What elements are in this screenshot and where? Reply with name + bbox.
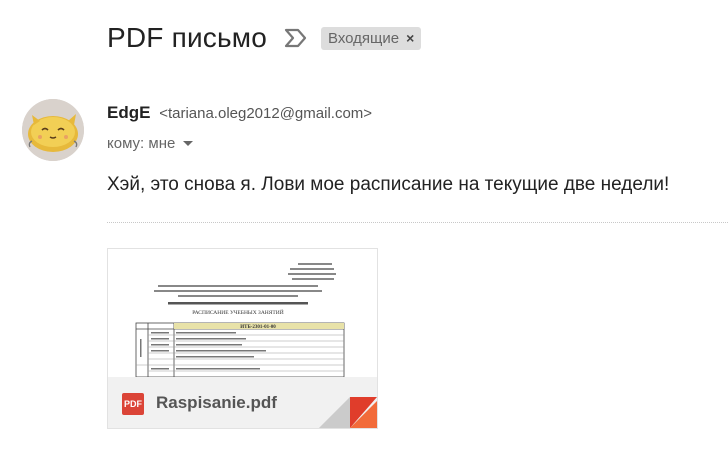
recipient-line: кому: мне: [107, 135, 194, 152]
label-chip-text: Входящие: [328, 29, 400, 47]
sender-line: EdgE <tariana.oleg2012@gmail.com>: [107, 103, 372, 123]
divider: [107, 222, 728, 223]
chevron-down-icon[interactable]: [183, 141, 194, 146]
subject-row: PDF письмо Входящие ×: [107, 18, 422, 58]
attachment-preview: РАСПИСАНИЕ УЧЕБНЫХ ЗАНЯТИЙ ИТБ-2301-01-0…: [108, 249, 377, 378]
attachment-card[interactable]: РАСПИСАНИЕ УЧЕБНЫХ ЗАНЯТИЙ ИТБ-2301-01-0…: [107, 248, 378, 429]
page-fold-icon: [319, 397, 377, 428]
attachment-footer: PDF Raspisanie.pdf: [108, 377, 377, 428]
message-body: Хэй, это снова я. Лови мое расписание на…: [107, 174, 670, 195]
preview-group: ИТБ-2301-01-00: [240, 325, 276, 330]
sender-name[interactable]: EdgE: [107, 103, 150, 122]
remove-label-icon[interactable]: ×: [406, 30, 414, 46]
preview-heading: РАСПИСАНИЕ УЧЕБНЫХ ЗАНЯТИЙ: [192, 308, 284, 316]
attachment-filename: Raspisanie.pdf: [156, 393, 277, 412]
email-subject: PDF письмо: [107, 22, 267, 53]
recipient-text: кому: мне: [107, 135, 176, 152]
sender-avatar[interactable]: [22, 99, 84, 161]
label-chip-inbox: Входящие ×: [321, 26, 422, 50]
importance-marker-icon[interactable]: [283, 27, 309, 49]
sender-email: <tariana.oleg2012@gmail.com>: [159, 105, 373, 122]
pdf-icon: PDF: [122, 393, 144, 415]
